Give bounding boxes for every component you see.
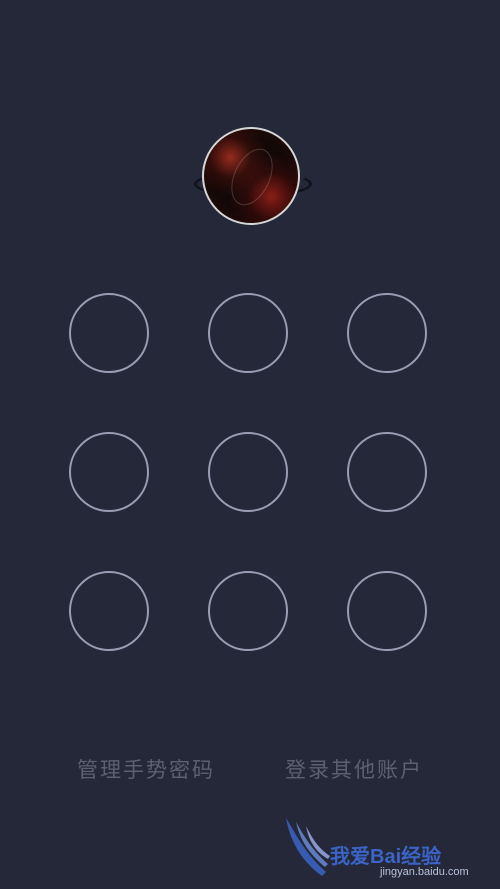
manage-gesture-password-link[interactable]: 管理手势密码 [77, 754, 215, 784]
pattern-dot-5[interactable] [208, 432, 288, 512]
gesture-lock-screen: 管理手势密码 登录其他账户 我爱Bai经验 jingyan.baidu.com [0, 0, 500, 889]
pattern-dot-8[interactable] [208, 571, 288, 651]
pattern-dot-9[interactable] [347, 571, 427, 651]
pattern-dot-2[interactable] [208, 293, 288, 373]
avatar-image [202, 127, 300, 225]
pattern-dot-7[interactable] [69, 571, 149, 651]
watermark-url: jingyan.baidu.com [380, 866, 469, 878]
login-other-account-link[interactable]: 登录其他账户 [285, 754, 423, 784]
pattern-grid[interactable] [69, 293, 431, 655]
pattern-dot-3[interactable] [347, 293, 427, 373]
baidu-jingyan-watermark: 我爱Bai经验 jingyan.baidu.com [282, 812, 492, 882]
pattern-dot-4[interactable] [69, 432, 149, 512]
watermark-text: 我爱Bai经验 [330, 846, 442, 868]
avatar [194, 125, 312, 229]
pattern-dot-1[interactable] [69, 293, 149, 373]
pattern-dot-6[interactable] [347, 432, 427, 512]
